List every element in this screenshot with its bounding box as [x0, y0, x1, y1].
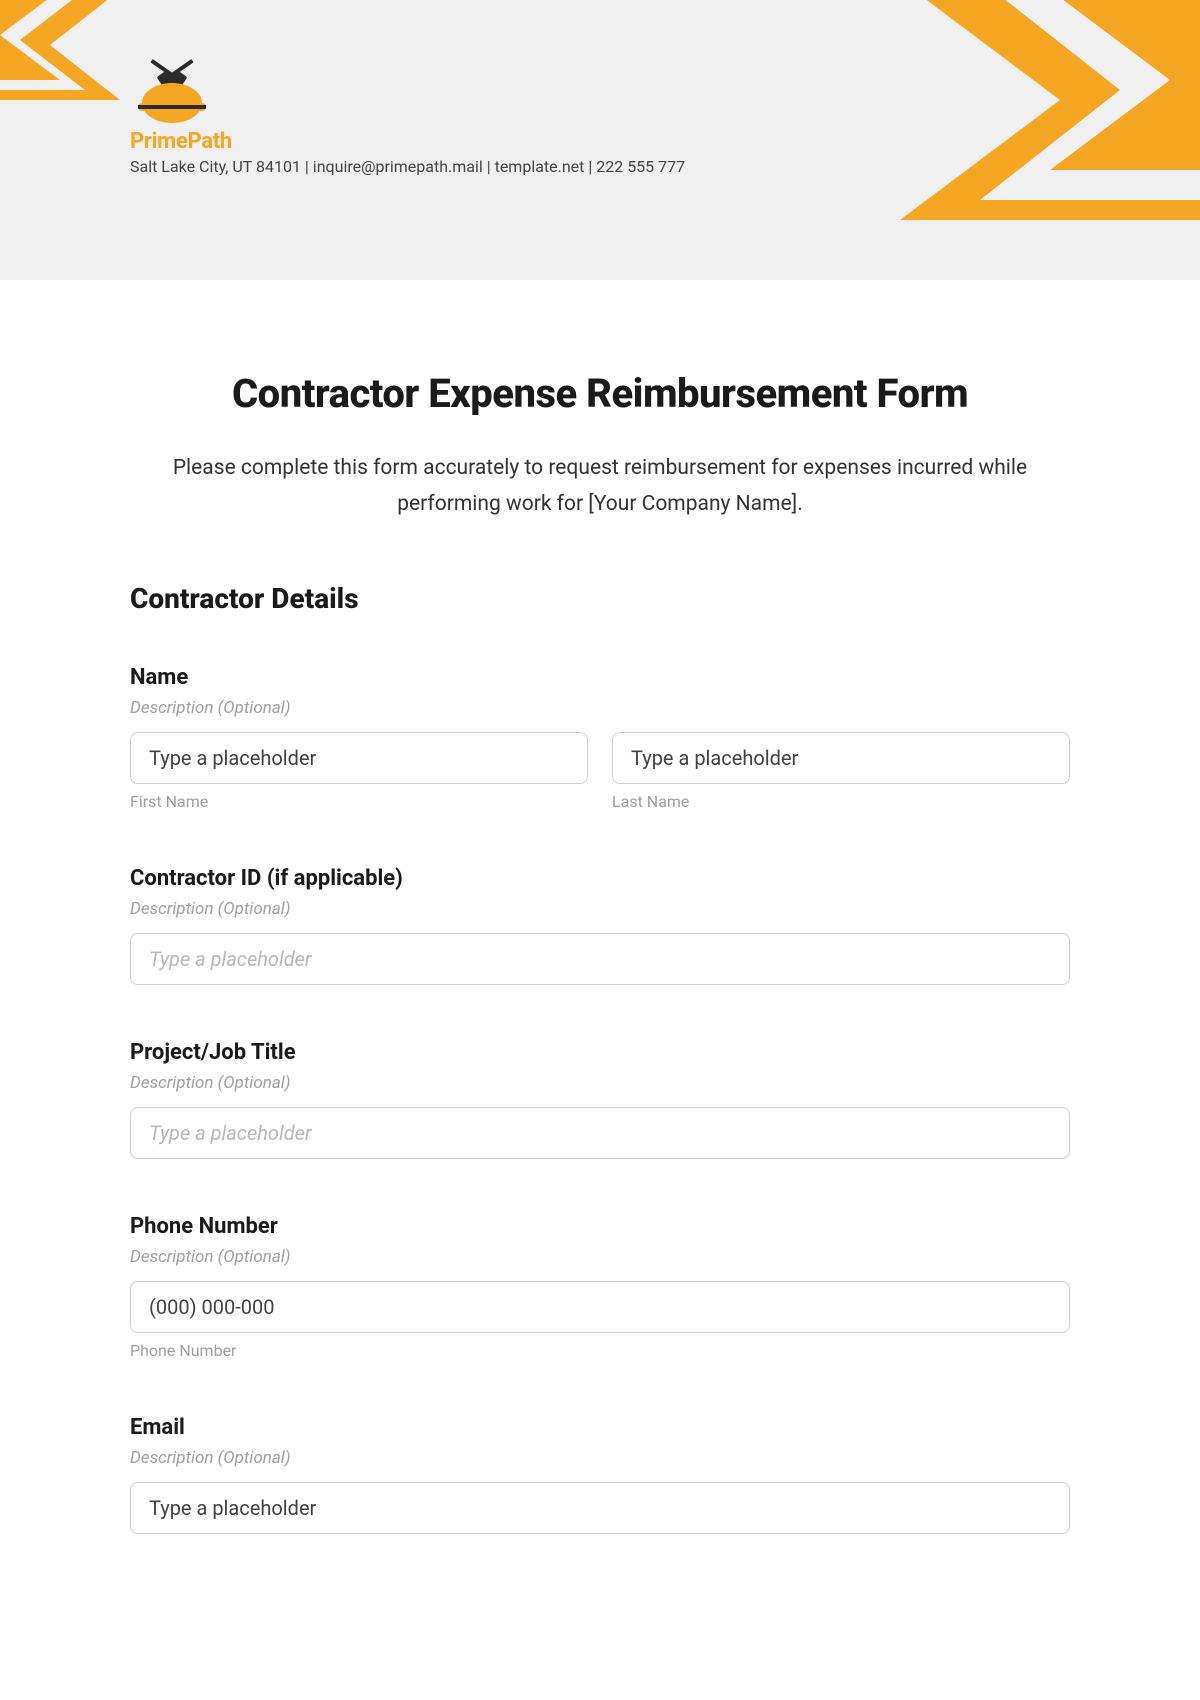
first-name-input[interactable] — [130, 732, 588, 784]
corner-decoration-right — [700, 0, 1200, 260]
phone-sublabel: Phone Number — [130, 1341, 1070, 1360]
field-label-phone: Phone Number — [130, 1214, 1070, 1239]
phone-input[interactable] — [130, 1281, 1070, 1333]
field-desc-project: Description (Optional) — [130, 1073, 1070, 1093]
last-name-sublabel: Last Name — [612, 792, 1070, 811]
field-label-email: Email — [130, 1415, 1070, 1440]
logo-block: PrimePath Salt Lake City, UT 84101 | inq… — [130, 55, 685, 176]
field-label-contractor-id: Contractor ID (if applicable) — [130, 866, 1070, 891]
corner-decoration-left — [0, 0, 150, 100]
field-project-title: Project/Job Title Description (Optional) — [130, 1040, 1070, 1159]
contractor-id-input[interactable] — [130, 933, 1070, 985]
project-title-input[interactable] — [130, 1107, 1070, 1159]
section-heading-contractor-details: Contractor Details — [130, 582, 1070, 615]
company-name: PrimePath — [130, 129, 685, 154]
field-email: Email Description (Optional) — [130, 1415, 1070, 1534]
intro-text: Please complete this form accurately to … — [130, 451, 1070, 522]
form-content: Contractor Expense Reimbursement Form Pl… — [0, 280, 1200, 1574]
email-input[interactable] — [130, 1482, 1070, 1534]
field-desc-email: Description (Optional) — [130, 1448, 1070, 1468]
field-desc-name: Description (Optional) — [130, 698, 1070, 718]
field-label-name: Name — [130, 665, 1070, 690]
field-desc-phone: Description (Optional) — [130, 1247, 1070, 1267]
field-contractor-id: Contractor ID (if applicable) Descriptio… — [130, 866, 1070, 985]
first-name-sublabel: First Name — [130, 792, 588, 811]
field-name: Name Description (Optional) First Name L… — [130, 665, 1070, 811]
field-desc-contractor-id: Description (Optional) — [130, 899, 1070, 919]
field-phone: Phone Number Description (Optional) Phon… — [130, 1214, 1070, 1360]
last-name-input[interactable] — [612, 732, 1070, 784]
logo-icon — [130, 55, 215, 125]
page-title: Contractor Expense Reimbursement Form — [130, 370, 1070, 417]
header-band: PrimePath Salt Lake City, UT 84101 | inq… — [0, 0, 1200, 280]
field-label-project: Project/Job Title — [130, 1040, 1070, 1065]
company-info: Salt Lake City, UT 84101 | inquire@prime… — [130, 157, 685, 176]
